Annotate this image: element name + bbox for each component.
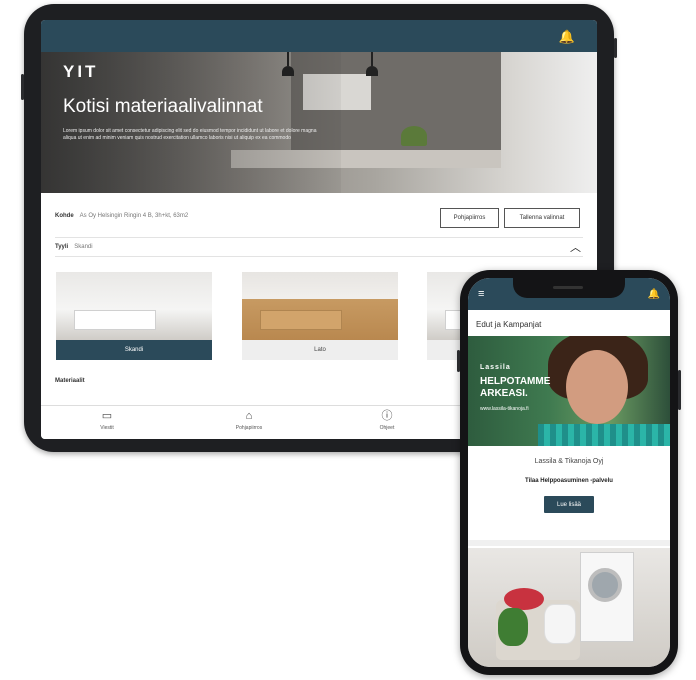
hamburger-menu-icon[interactable]: ≡ <box>478 289 484 300</box>
materials-heading: Materiaalit <box>55 378 85 384</box>
nav-item-floorplan[interactable]: ⌂ Pohjapiirros <box>219 410 279 431</box>
read-more-button[interactable]: Lue lisää <box>544 496 594 513</box>
washer-door <box>588 568 622 602</box>
banner-slogan: HELPOTAMME ARKEASI. <box>480 376 551 399</box>
top-bar: 🔔 <box>41 20 597 52</box>
pendant-lamp-cord <box>371 52 373 66</box>
kohde-row: Kohde As Oy Helsingin Ringin 4 B, 3h+kt, … <box>41 207 597 235</box>
style-card-lato[interactable]: Lato <box>242 272 398 360</box>
kohde-value: As Oy Helsingin Ringin 4 B, 3h+kt, 63m2 <box>79 213 189 219</box>
tablet-side-button <box>21 74 24 100</box>
floorplan-icon: ⌂ <box>245 410 253 422</box>
style-info: Tyyli Skandi <box>55 244 93 250</box>
woman-face <box>566 350 628 424</box>
laundry-item <box>504 588 544 610</box>
style-label: Tyyli <box>55 244 69 250</box>
card-divider <box>468 540 670 546</box>
nav-label: Viestit <box>100 425 114 431</box>
kohde-info: Kohde As Oy Helsingin Ringin 4 B, 3h+kt, … <box>55 213 188 219</box>
chevron-up-icon[interactable]: ︿ <box>570 239 581 255</box>
partner-logo: Lassila <box>480 364 511 371</box>
notification-bell-icon[interactable]: 🔔 <box>648 289 660 300</box>
notification-bell-icon[interactable]: 🔔 <box>559 29 575 45</box>
phone-screen: ≡ 🔔 Edut ja Kampanjat Lassila HELPOTAMME… <box>468 278 670 667</box>
kohde-label: Kohde <box>55 213 74 219</box>
laundry-item <box>544 604 576 644</box>
kitchen-image <box>242 272 398 340</box>
style-selector-row[interactable]: Tyyli Skandi ︿ <box>55 237 583 257</box>
woman-shirt <box>538 424 670 446</box>
chat-icon: ▭ <box>101 410 113 422</box>
laundry-item <box>498 608 528 646</box>
page-title: Kotisi materiaalivalinnat <box>63 96 263 117</box>
floorplan-button[interactable]: Pohjapiirros <box>440 208 499 228</box>
banner-site: www.lassila-tikanoja.fi <box>480 406 529 412</box>
kitchen-image <box>56 272 212 340</box>
save-selections-button[interactable]: Tallenna valinnat <box>504 208 580 228</box>
laundry-image[interactable] <box>468 548 670 667</box>
section-heading: Edut ja Kampanjat <box>476 320 542 329</box>
hero-banner: YIT Kotisi materiaalivalinnat Lorem ipsu… <box>41 52 597 193</box>
phone-device: ≡ 🔔 Edut ja Kampanjat Lassila HELPOTAMME… <box>457 270 681 675</box>
nav-item-instructions[interactable]: ⓘ Ohjeet <box>357 410 417 431</box>
style-value: Skandi <box>74 244 93 250</box>
pendant-lamp-icon <box>366 66 378 76</box>
style-card-label: Skandi <box>56 340 212 360</box>
plant-icon <box>401 126 427 146</box>
offer-title: Tilaa Helppoasuminen -palvelu <box>525 478 613 484</box>
style-card-skandi[interactable]: Skandi <box>56 272 212 360</box>
style-card-label: Lato <box>242 340 398 360</box>
tablet-side-button <box>614 38 617 58</box>
nav-item-messages[interactable]: ▭ Viestit <box>77 410 137 431</box>
hero-description: Lorem ipsum dolor sit amet consectetur a… <box>63 128 317 141</box>
nav-label: Pohjapiirros <box>235 425 263 431</box>
info-icon: ⓘ <box>381 410 393 422</box>
phone-side-button <box>457 350 460 372</box>
phone-notch <box>513 278 625 298</box>
brand-logo[interactable]: YIT <box>63 62 98 82</box>
phone-side-button <box>678 370 681 410</box>
nav-label: Ohjeet <box>379 425 395 431</box>
company-name: Lassila & Tikanoja Oyj <box>534 458 604 465</box>
campaign-banner[interactable]: Lassila HELPOTAMME ARKEASI. www.lassila-… <box>468 336 670 446</box>
phone-top-bar: ≡ 🔔 <box>468 278 670 310</box>
